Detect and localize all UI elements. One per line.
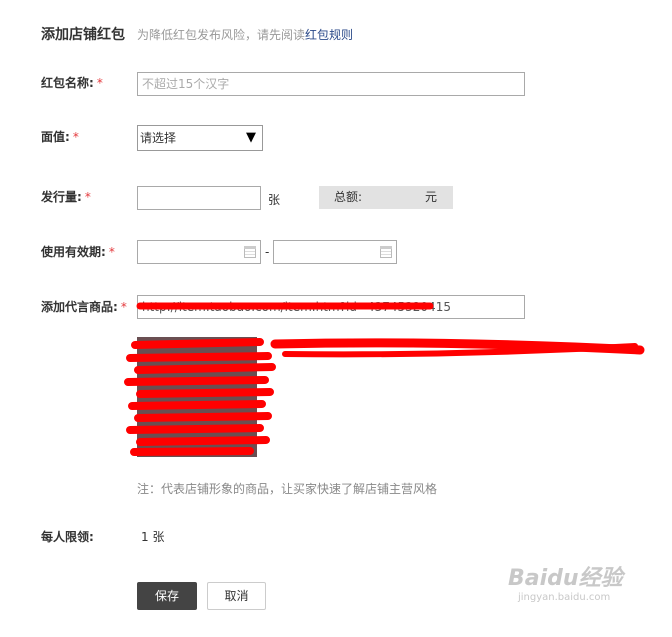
redaction-overlay	[124, 302, 645, 457]
cancel-button[interactable]: 取消	[207, 582, 266, 610]
limit-label: 每人限领:	[41, 530, 94, 544]
product-hint: 注：代表店铺形象的商品，让买家快速了解店铺主营风格	[137, 482, 438, 496]
watermark-url: jingyan.baidu.com	[518, 592, 611, 603]
watermark-brand: Baidu经验	[508, 566, 623, 591]
save-button[interactable]: 保存	[137, 582, 197, 610]
baidu-watermark: Baidu经验 jingyan.baidu.com	[508, 560, 623, 603]
limit-value: 1 张	[141, 530, 165, 544]
